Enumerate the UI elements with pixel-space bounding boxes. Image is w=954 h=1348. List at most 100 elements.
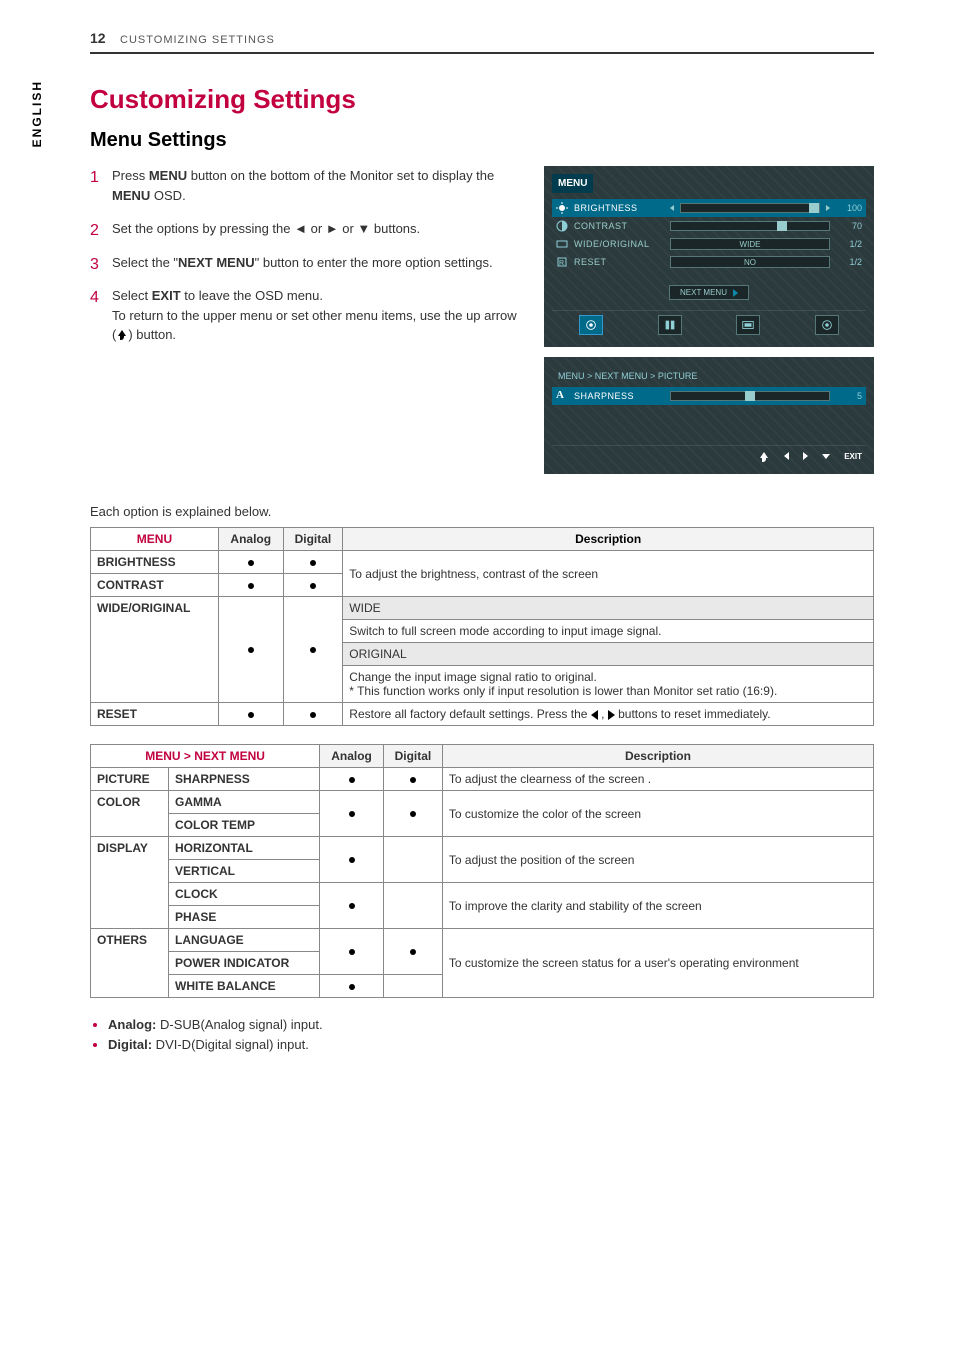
dot-icon [248, 583, 254, 589]
section-title: CUSTOMIZING SETTINGS [120, 34, 275, 46]
item-cell: HORIZONTAL [169, 837, 320, 860]
slider-left-arrow-icon [670, 205, 674, 211]
table-header-analog: Analog [218, 528, 283, 551]
analog-cell [320, 975, 384, 998]
osd-row-reset[interactable]: R RESET NO 1/2 [552, 253, 866, 271]
osd-tab-others[interactable] [815, 315, 839, 335]
osd-row-contrast[interactable]: CONTRAST 70 [552, 217, 866, 235]
osd-row-sharpness[interactable]: A SHARPNESS 5 [552, 387, 866, 405]
dot-icon [410, 949, 416, 955]
osd-value: 100 [836, 203, 862, 213]
table-header-digital: Digital [283, 528, 343, 551]
brightness-icon [556, 202, 568, 214]
desc-cell: Switch to full screen mode according to … [343, 620, 874, 643]
step-text: Select [112, 288, 152, 303]
analog-cell [218, 703, 283, 726]
osd-left-button[interactable] [784, 452, 789, 464]
button-label: NEXT MENU [680, 288, 727, 297]
analog-cell [218, 597, 283, 703]
osd-menu-panel: MENU BRIGHTNESS 100 [544, 166, 874, 347]
analog-cell [320, 929, 384, 975]
next-menu-table: MENU > NEXT MENU Analog Digital Descript… [90, 744, 874, 998]
digital-cell [383, 768, 442, 791]
table-row: PICTURE SHARPNESS To adjust the clearnes… [91, 768, 874, 791]
wide-original-select[interactable]: WIDE [670, 238, 830, 250]
osd-value: 1/2 [836, 257, 862, 267]
step-text: Set the options by pressing the ◄ or ► o… [112, 221, 420, 236]
page-number: 12 [90, 30, 106, 46]
desc-cell: ORIGINAL [343, 643, 874, 666]
group-cell: COLOR [91, 791, 169, 837]
contrast-slider[interactable] [670, 221, 830, 231]
table-header-desc: Description [442, 745, 873, 768]
brightness-slider[interactable] [680, 203, 820, 213]
osd-tab-screen[interactable] [736, 315, 760, 335]
analog-cell [218, 574, 283, 597]
step-bold: NEXT MENU [178, 255, 255, 270]
osd-right-button[interactable] [803, 452, 808, 464]
note-label: Analog: [108, 1017, 156, 1032]
table-row: OTHERS LANGUAGE To customize the screen … [91, 929, 874, 952]
note-text: D-SUB(Analog signal) input. [156, 1017, 322, 1032]
osd-down-button[interactable] [822, 452, 830, 464]
note-text: DVI-D(Digital signal) input. [152, 1037, 309, 1052]
analog-cell [320, 768, 384, 791]
table-header-desc: Description [343, 528, 874, 551]
dot-icon [349, 777, 355, 783]
group-cell: PICTURE [91, 768, 169, 791]
item-cell: VERTICAL [169, 860, 320, 883]
osd-label: WIDE/ORIGINAL [574, 239, 664, 249]
digital-cell [283, 551, 343, 574]
item-cell: LANGUAGE [169, 929, 320, 952]
osd-value: 1/2 [836, 239, 862, 249]
table-header-analog: Analog [320, 745, 384, 768]
osd-breadcrumb: MENU > NEXT MENU > PICTURE [552, 365, 866, 387]
desc-cell: To adjust the position of the screen [442, 837, 873, 883]
table-row: DISPLAY HORIZONTAL To adjust the positio… [91, 837, 874, 860]
dot-icon [248, 560, 254, 566]
menu-name-cell: CONTRAST [91, 574, 219, 597]
desc-cell: WIDE [343, 597, 874, 620]
step-text: ) button. [128, 327, 176, 342]
dot-icon [410, 811, 416, 817]
table-row: BRIGHTNESS To adjust the brightness, con… [91, 551, 874, 574]
step-3: 3 Select the "NEXT MENU" button to enter… [90, 253, 524, 273]
osd-label: SHARPNESS [574, 391, 664, 401]
reset-icon: R [556, 256, 568, 268]
item-cell: GAMMA [169, 791, 320, 814]
table-header-digital: Digital [383, 745, 442, 768]
contrast-icon [556, 220, 568, 232]
dot-icon [310, 560, 316, 566]
desc-cell: To customize the screen status for a use… [442, 929, 873, 998]
osd-tab-color[interactable] [579, 315, 603, 335]
osd-label: RESET [574, 257, 664, 267]
group-cell: DISPLAY [91, 837, 169, 929]
osd-row-brightness[interactable]: BRIGHTNESS 100 [552, 199, 866, 217]
sharpness-slider[interactable] [670, 391, 830, 401]
osd-value: 5 [836, 391, 862, 401]
step-number: 3 [90, 253, 99, 277]
table-row: CLOCK To improve the clarity and stabili… [91, 883, 874, 906]
table-row: COLOR GAMMA To customize the color of th… [91, 791, 874, 814]
osd-tab-display[interactable] [658, 315, 682, 335]
table-row: RESET Restore all factory default settin… [91, 703, 874, 726]
osd-label: CONTRAST [574, 221, 664, 231]
osd-row-wideoriginal[interactable]: WIDE/ORIGINAL WIDE 1/2 [552, 235, 866, 253]
reset-select[interactable]: NO [670, 256, 830, 268]
step-bold: MENU [149, 168, 187, 183]
osd-up-button[interactable] [758, 452, 770, 464]
next-menu-button[interactable]: NEXT MENU [669, 285, 749, 300]
language-side-tab: ENGLISH [30, 80, 44, 147]
chevron-right-icon [733, 289, 738, 297]
menu-name-cell: BRIGHTNESS [91, 551, 219, 574]
group-cell: OTHERS [91, 929, 169, 998]
step-2: 2 Set the options by pressing the ◄ or ►… [90, 219, 524, 239]
osd-exit-button[interactable]: EXIT [844, 452, 862, 464]
item-cell: WHITE BALANCE [169, 975, 320, 998]
step-text: Press [112, 168, 149, 183]
step-text: Select the " [112, 255, 178, 270]
step-number: 2 [90, 219, 99, 243]
osd-title: MENU [552, 174, 593, 193]
aspect-icon [556, 238, 568, 250]
desc-text: buttons to reset immediately. [615, 707, 771, 721]
